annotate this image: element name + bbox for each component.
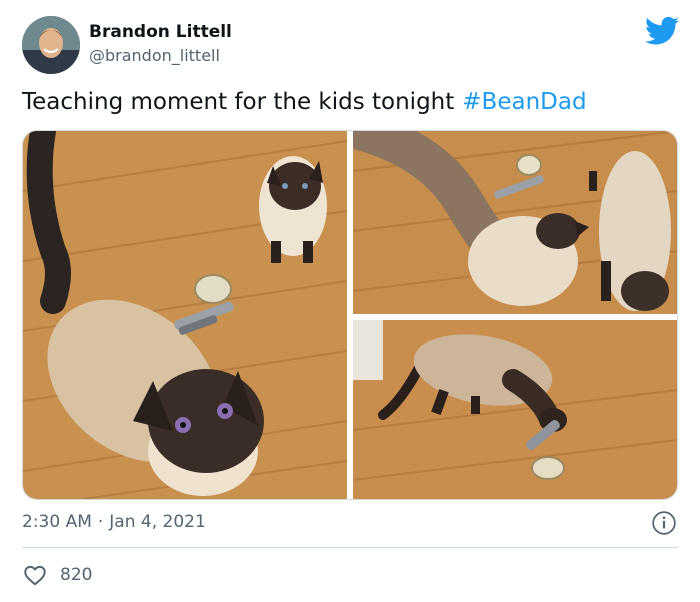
author-handle[interactable]: @brandon_littell — [89, 45, 220, 67]
twitter-bird-icon[interactable] — [645, 16, 679, 46]
avatar[interactable] — [22, 16, 80, 74]
heart-icon[interactable] — [22, 562, 48, 588]
media-grid — [22, 130, 678, 500]
tweet-body: Teaching moment for the kids tonight — [22, 89, 455, 115]
tweet-date: Jan 4, 2021 — [109, 512, 206, 532]
tweet-time: 2:30 AM — [22, 512, 92, 532]
photo-cat-sniffing-can[interactable] — [353, 320, 677, 499]
tweet-timestamp[interactable]: 2:30 AM · Jan 4, 2021 — [22, 510, 206, 534]
photo-cats-looking-up[interactable] — [23, 131, 347, 499]
photo-cats-near-can[interactable] — [353, 131, 677, 314]
meta-separator: · — [97, 512, 104, 532]
info-icon[interactable] — [651, 510, 677, 536]
author-name[interactable]: Brandon Littell — [89, 21, 232, 43]
tweet-text: Teaching moment for the kids tonight #Bea… — [22, 86, 587, 118]
hashtag-link[interactable]: #BeanDad — [462, 89, 586, 115]
divider — [22, 547, 678, 548]
like-count: 820 — [60, 565, 93, 585]
